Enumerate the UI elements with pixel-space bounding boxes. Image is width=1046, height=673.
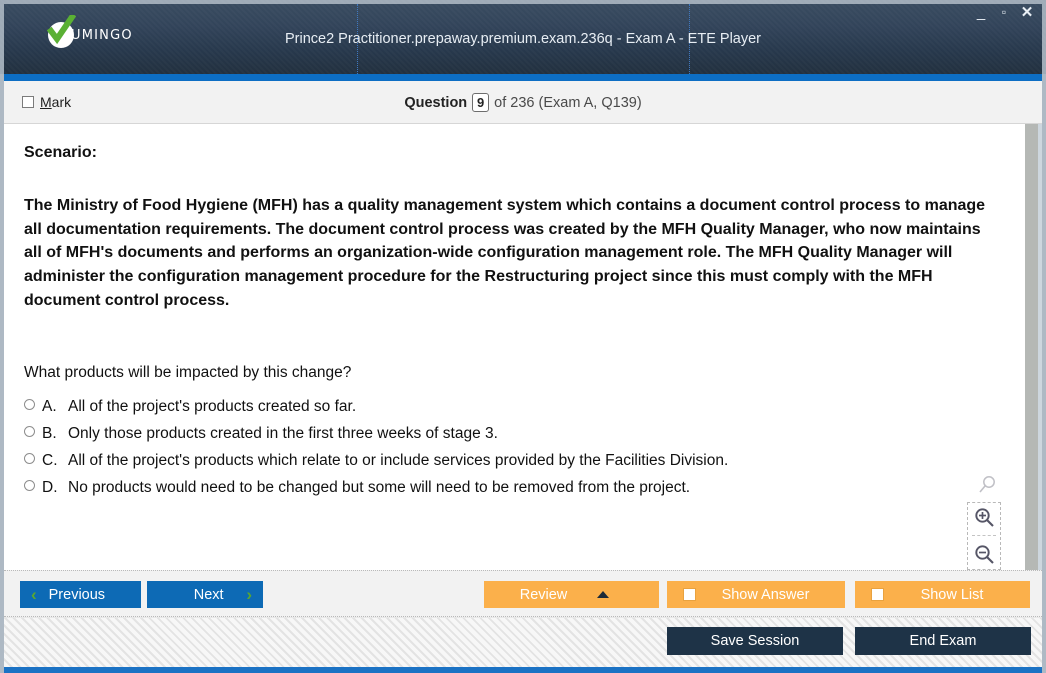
answer-option-c[interactable]: C. All of the project's products which r… [24, 452, 1002, 470]
show-answer-inner: Show Answer [667, 587, 845, 603]
logo-text: UMINGO [71, 27, 133, 43]
magnifier-icon [977, 475, 997, 500]
previous-label: Previous [48, 586, 106, 603]
question-label: Question [404, 94, 468, 111]
scenario-body: The Ministry of Food Hygiene (MFH) has a… [24, 197, 986, 309]
radio-icon[interactable] [24, 399, 35, 411]
vumingo-logo: UMINGO [46, 15, 133, 48]
window-right-edge [1042, 0, 1046, 74]
radio-icon[interactable] [24, 453, 35, 465]
option-letter: C. [42, 452, 58, 470]
previous-button-inner: ‹ Previous [20, 586, 141, 603]
show-list-inner: Show List [855, 587, 1030, 603]
question-number-field[interactable]: 9 [472, 93, 490, 112]
option-text: No products would need to be changed but… [68, 479, 691, 497]
zoom-out-icon[interactable] [974, 544, 995, 565]
answer-option-a[interactable]: A. All of the project's products created… [24, 398, 1002, 416]
footer-bar: Save Session End Exam [4, 617, 1042, 669]
option-text: All of the project's products which rela… [68, 452, 729, 470]
checkbox-icon[interactable] [871, 588, 884, 601]
frame-right-border [1042, 74, 1046, 673]
next-button[interactable]: Next › [147, 581, 263, 608]
title-bar: UMINGO Prince2 Practitioner.prepaway.pre… [0, 0, 1046, 74]
bottom-accent-bar [4, 667, 1042, 673]
zoom-in-icon[interactable] [974, 507, 995, 528]
save-session-button[interactable]: Save Session [667, 627, 843, 655]
window-top-edge [0, 0, 1046, 4]
next-button-inner: Next › [147, 586, 263, 603]
window-left-edge [0, 0, 4, 74]
radio-icon[interactable] [24, 426, 35, 438]
header-divider-left [357, 4, 358, 74]
header-divider-right [689, 4, 690, 74]
radio-icon[interactable] [24, 480, 35, 492]
close-icon[interactable]: ✕ [1020, 5, 1034, 20]
chevron-right-icon: › [246, 585, 252, 604]
ete-player-window: UMINGO Prince2 Practitioner.prepaway.pre… [0, 0, 1046, 673]
question-total: of 236 (Exam A, Q139) [494, 94, 642, 111]
option-letter: A. [42, 398, 57, 416]
maximize-icon[interactable]: ▫ [997, 5, 1011, 19]
option-letter: D. [42, 479, 58, 497]
show-list-label: Show List [920, 586, 984, 603]
option-letter: B. [42, 425, 57, 443]
zoom-controls-panel [967, 502, 1001, 570]
option-text: All of the project's products created so… [68, 398, 357, 416]
next-label: Next [193, 586, 224, 603]
answer-options: A. All of the project's products created… [24, 398, 1002, 497]
minimize-icon[interactable]: _ [974, 5, 988, 20]
checkmark-icon [46, 15, 76, 48]
option-text: Only those products created in the first… [68, 425, 498, 443]
checkbox-icon[interactable] [683, 588, 696, 601]
zoom-separator [972, 535, 996, 537]
content-right-scroll-strip[interactable] [1020, 124, 1042, 570]
navigation-toolbar: ‹ Previous Next › Review Show Answer Sho… [4, 570, 1042, 617]
question-counter: Question 9 of 236 (Exam A, Q139) [4, 93, 1042, 112]
question-text: What products will be impacted by this c… [24, 364, 352, 382]
show-answer-button[interactable]: Show Answer [667, 581, 845, 608]
question-content-inner: Scenario: The Ministry of Food Hygiene (… [4, 124, 1020, 570]
question-header-bar: Mark Question 9 of 236 (Exam A, Q139) [4, 81, 1042, 124]
scenario-heading: Scenario: [24, 144, 97, 161]
answer-option-b[interactable]: B. Only those products created in the fi… [24, 425, 1002, 443]
end-exam-button[interactable]: End Exam [855, 627, 1031, 655]
previous-button[interactable]: ‹ Previous [20, 581, 141, 608]
show-list-button[interactable]: Show List [855, 581, 1030, 608]
window-controls: _ ▫ ✕ [974, 5, 1034, 21]
review-button[interactable]: Review [484, 581, 659, 608]
answer-option-d[interactable]: D. No products would need to be changed … [24, 479, 1002, 497]
chevron-up-icon [597, 591, 610, 598]
window-title: Prince2 Practitioner.prepaway.premium.ex… [284, 31, 761, 47]
review-button-inner: Review [484, 587, 659, 603]
show-answer-label: Show Answer [721, 586, 810, 603]
accent-bar [4, 74, 1042, 81]
review-label: Review [519, 586, 568, 603]
question-content-pane: Scenario: The Ministry of Food Hygiene (… [4, 124, 1042, 570]
